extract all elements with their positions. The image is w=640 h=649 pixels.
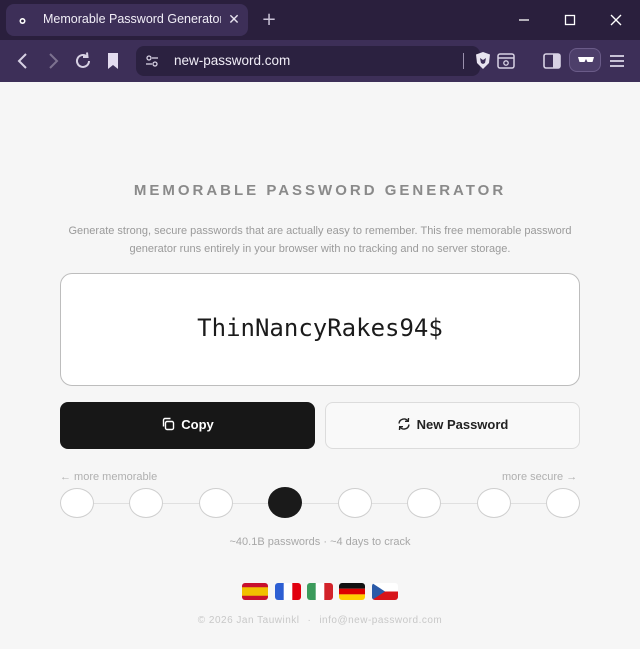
- strength-option-7[interactable]: [476, 488, 511, 518]
- brave-shields-icon[interactable]: [472, 50, 494, 72]
- page-description: Generate strong, secure passwords that a…: [68, 225, 572, 255]
- refresh-icon: [397, 417, 410, 431]
- private-window-badge[interactable]: [569, 48, 601, 72]
- flag-fr-icon[interactable]: [275, 583, 301, 600]
- copy-button[interactable]: Copy: [60, 402, 315, 449]
- copy-button-label: Copy: [181, 417, 214, 432]
- strength-option-1[interactable]: [60, 488, 94, 518]
- password-display[interactable]: ThinNancyRakes94$: [60, 273, 580, 386]
- strength-option-3[interactable]: [198, 488, 233, 518]
- minimize-icon[interactable]: [512, 8, 536, 32]
- strength-option-5[interactable]: [337, 488, 372, 518]
- reload-icon[interactable]: [72, 50, 94, 72]
- forward-icon[interactable]: [42, 50, 64, 72]
- copy-icon: [163, 417, 175, 431]
- close-window-icon[interactable]: [604, 8, 628, 32]
- menu-icon[interactable]: [606, 50, 628, 72]
- password-text[interactable]: ThinNancyRakes94$: [61, 314, 579, 342]
- site-settings-icon[interactable]: [144, 53, 160, 69]
- browser-tab[interactable]: Memorable Password Generator ✕: [6, 4, 248, 36]
- page-content: MEMORABLE PASSWORD GENERATOR Generate st…: [0, 82, 640, 649]
- footer-email-link[interactable]: info@new-password.com: [319, 615, 442, 626]
- hint-more-secure: more secure →: [502, 471, 578, 483]
- reader-mode-icon[interactable]: [495, 50, 517, 72]
- browser-titlebar: Memorable Password Generator ✕ +: [0, 0, 640, 40]
- footer: © 2026 Jan Tauwinkl · info@new-password.co…: [0, 615, 640, 626]
- footer-copyright: © 2026 Jan Tauwinkl: [197, 615, 300, 626]
- page-title: MEMORABLE PASSWORD GENERATOR: [133, 182, 507, 199]
- hint-more-memorable: ← more memorable: [60, 471, 158, 483]
- strength-stats: ~40.1B passwords · ~4 days to crack: [229, 536, 411, 548]
- footer-separator: ·: [307, 615, 312, 626]
- url-text: new-password.com: [174, 53, 291, 68]
- tab-title: Memorable Password Generator: [43, 12, 221, 26]
- strength-option-4[interactable]: [268, 487, 303, 518]
- address-bar[interactable]: new-password.com: [136, 46, 480, 76]
- flag-cz-icon[interactable]: [372, 583, 398, 600]
- strength-option-2[interactable]: [129, 488, 164, 518]
- strength-option-8[interactable]: [546, 488, 580, 518]
- back-icon[interactable]: [12, 50, 34, 72]
- maximize-icon[interactable]: [558, 8, 582, 32]
- new-password-button[interactable]: New Password: [325, 402, 580, 449]
- new-password-button-label: New Password: [416, 417, 509, 432]
- flag-it-icon[interactable]: [307, 583, 333, 600]
- browser-toolbar: new-password.com: [0, 40, 640, 82]
- address-divider: [463, 53, 464, 69]
- strength-option-6[interactable]: [407, 488, 442, 518]
- flag-es-icon[interactable]: [242, 583, 268, 600]
- bookmark-icon[interactable]: [102, 50, 124, 72]
- tab-close-icon[interactable]: ✕: [226, 12, 242, 28]
- new-tab-icon[interactable]: +: [259, 10, 279, 30]
- sidebar-toggle-icon[interactable]: [541, 50, 563, 72]
- flag-de-icon[interactable]: [339, 583, 365, 600]
- site-favicon-icon: [19, 18, 26, 24]
- private-glasses-icon: [578, 57, 594, 62]
